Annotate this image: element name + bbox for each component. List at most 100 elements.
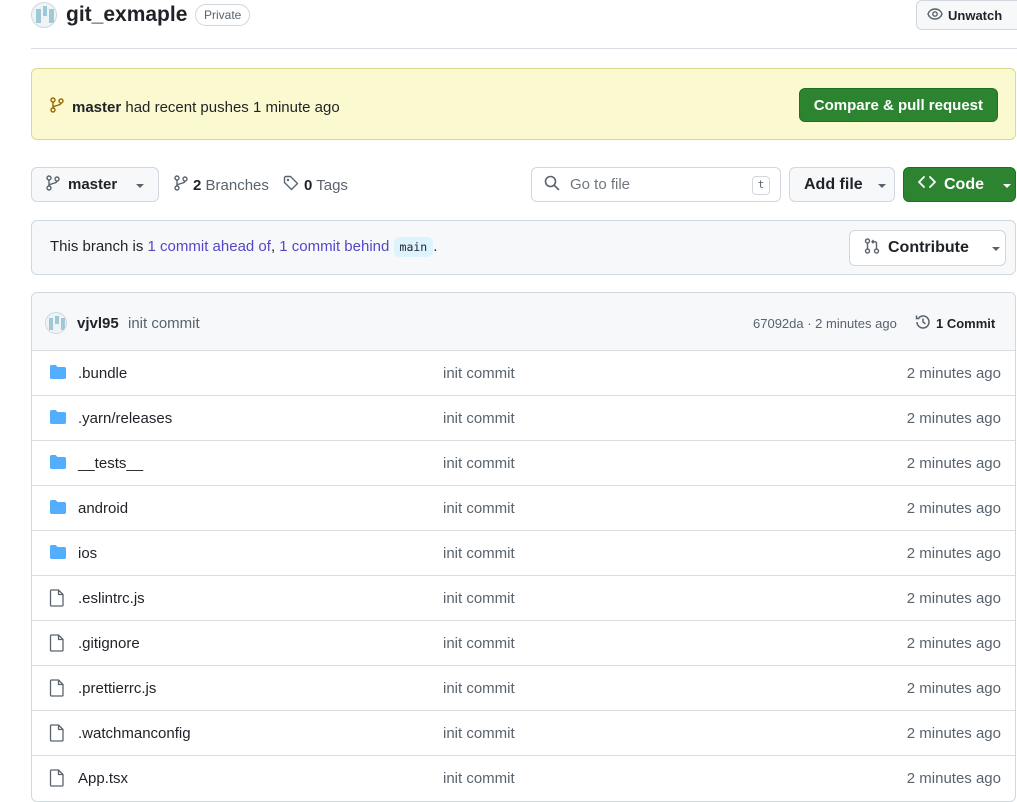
- file-name-link[interactable]: .eslintrc.js: [78, 590, 145, 607]
- file-commit-time: 2 minutes ago: [906, 680, 1001, 697]
- chevron-down-icon: [1002, 176, 1012, 194]
- file-row[interactable]: .prettierrc.js init commit 2 minutes ago: [32, 665, 1015, 710]
- file-commit-message[interactable]: init commit: [443, 500, 515, 517]
- search-icon: [544, 175, 560, 194]
- recent-push-banner: master had recent pushes 1 minute ago Co…: [31, 68, 1016, 140]
- file-commit-message[interactable]: init commit: [443, 770, 515, 787]
- branch-comparison-box: This branch is 1 commit ahead of, 1 comm…: [31, 220, 1016, 275]
- file-name-link[interactable]: .prettierrc.js: [78, 680, 156, 697]
- file-name-link[interactable]: ios: [78, 545, 97, 562]
- file-commit-message[interactable]: init commit: [443, 590, 515, 607]
- code-label: Code: [944, 175, 984, 193]
- branches-link[interactable]: 2 Branches: [174, 175, 269, 195]
- file-row[interactable]: .bundle init commit 2 minutes ago: [32, 350, 1015, 395]
- pull-request-icon: [864, 237, 880, 259]
- code-button[interactable]: Code: [903, 167, 1016, 202]
- branch-selector[interactable]: master: [31, 167, 159, 202]
- contribute-label: Contribute: [888, 239, 969, 256]
- file-commit-time: 2 minutes ago: [906, 545, 1001, 562]
- folder-icon: [49, 364, 67, 383]
- file-name-link[interactable]: android: [78, 500, 128, 517]
- file-row[interactable]: .watchmanconfig init commit 2 minutes ago: [32, 710, 1015, 755]
- avatar[interactable]: [45, 312, 67, 334]
- tags-count: 0: [304, 176, 313, 194]
- file-row[interactable]: .yarn/releases init commit 2 minutes ago: [32, 395, 1015, 440]
- go-to-file-search[interactable]: t: [531, 167, 781, 202]
- branch-status-comma: ,: [270, 238, 276, 255]
- file-commit-message[interactable]: init commit: [443, 725, 515, 742]
- contribute-button[interactable]: Contribute: [849, 230, 1006, 266]
- code-icon: [918, 175, 936, 194]
- file-commit-message[interactable]: init commit: [443, 455, 515, 472]
- header-divider: [31, 48, 1017, 49]
- file-name-link[interactable]: .watchmanconfig: [78, 725, 191, 742]
- eye-icon: [927, 6, 943, 25]
- branch-icon: [46, 174, 60, 195]
- file-commit-time: 2 minutes ago: [906, 770, 1001, 787]
- chevron-down-icon: [135, 176, 145, 193]
- commits-ahead-link[interactable]: 1 commit ahead of: [148, 238, 271, 255]
- tags-label: Tags: [316, 176, 348, 194]
- unwatch-button[interactable]: Unwatch: [916, 0, 1017, 30]
- file-icon: [49, 769, 65, 790]
- file-row[interactable]: App.tsx init commit 2 minutes ago: [32, 755, 1015, 800]
- file-row[interactable]: ios init commit 2 minutes ago: [32, 530, 1015, 575]
- branch-icon: [50, 97, 64, 117]
- file-name-link[interactable]: .gitignore: [78, 635, 140, 652]
- branches-count: 2: [193, 176, 202, 194]
- file-name-link[interactable]: App.tsx: [78, 770, 128, 787]
- file-commit-time: 2 minutes ago: [906, 410, 1001, 427]
- commit-count-label: 1 Commit: [936, 316, 996, 331]
- latest-commit-bar: vjvl95 init commit 67092da · 2 minutes a…: [32, 293, 1015, 351]
- add-file-button[interactable]: Add file: [789, 167, 895, 202]
- file-commit-message[interactable]: init commit: [443, 545, 515, 562]
- file-row[interactable]: .eslintrc.js init commit 2 minutes ago: [32, 575, 1015, 620]
- file-row[interactable]: .gitignore init commit 2 minutes ago: [32, 620, 1015, 665]
- repo-owner-avatar[interactable]: [31, 2, 57, 28]
- tag-icon: [283, 175, 299, 195]
- chevron-down-icon: [877, 176, 887, 194]
- base-branch-code[interactable]: main: [393, 237, 434, 257]
- file-commit-message[interactable]: init commit: [443, 365, 515, 382]
- branches-label: Branches: [205, 176, 269, 194]
- file-icon: [49, 679, 65, 700]
- file-commit-time: 2 minutes ago: [906, 725, 1001, 742]
- commit-hash-time[interactable]: 67092da · 2 minutes ago: [753, 316, 897, 331]
- recent-push-message: master had recent pushes 1 minute ago: [50, 97, 340, 117]
- file-name-link[interactable]: .bundle: [78, 365, 127, 382]
- file-icon: [49, 589, 65, 610]
- file-commit-message[interactable]: init commit: [443, 410, 515, 427]
- push-time-text: had recent pushes 1 minute ago: [125, 98, 340, 116]
- commit-message[interactable]: init commit: [128, 315, 200, 332]
- repo-name[interactable]: git_exmaple: [66, 3, 187, 27]
- branch-status-suffix: .: [433, 238, 438, 255]
- commits-behind-link[interactable]: 1 commit behind: [279, 238, 389, 255]
- file-name-link[interactable]: __tests__: [78, 455, 143, 472]
- file-commit-message[interactable]: init commit: [443, 635, 515, 652]
- file-row[interactable]: __tests__ init commit 2 minutes ago: [32, 440, 1015, 485]
- chevron-down-icon: [991, 239, 1001, 257]
- file-commit-time: 2 minutes ago: [906, 590, 1001, 607]
- file-commit-message[interactable]: init commit: [443, 680, 515, 697]
- file-commit-time: 2 minutes ago: [906, 635, 1001, 652]
- branch-icon: [174, 175, 188, 195]
- shortcut-key-hint: t: [752, 176, 770, 195]
- commit-history-link[interactable]: 1 Commit: [914, 313, 995, 334]
- file-name-link[interactable]: .yarn/releases: [78, 410, 172, 427]
- file-commit-time: 2 minutes ago: [906, 365, 1001, 382]
- commit-author[interactable]: vjvl95: [77, 315, 119, 332]
- file-commit-time: 2 minutes ago: [906, 455, 1001, 472]
- history-icon: [914, 313, 932, 334]
- tags-link[interactable]: 0 Tags: [283, 175, 348, 195]
- branch-comparison-text: This branch is 1 commit ahead of, 1 comm…: [50, 237, 438, 257]
- folder-icon: [49, 409, 67, 428]
- file-icon: [49, 724, 65, 745]
- go-to-file-input[interactable]: [568, 175, 742, 194]
- add-file-label: Add file: [804, 175, 863, 193]
- file-row[interactable]: android init commit 2 minutes ago: [32, 485, 1015, 530]
- folder-icon: [49, 499, 67, 518]
- file-commit-time: 2 minutes ago: [906, 500, 1001, 517]
- compare-pull-request-button[interactable]: Compare & pull request: [798, 88, 998, 122]
- current-branch-label: master: [68, 176, 118, 193]
- file-table: vjvl95 init commit 67092da · 2 minutes a…: [31, 292, 1016, 802]
